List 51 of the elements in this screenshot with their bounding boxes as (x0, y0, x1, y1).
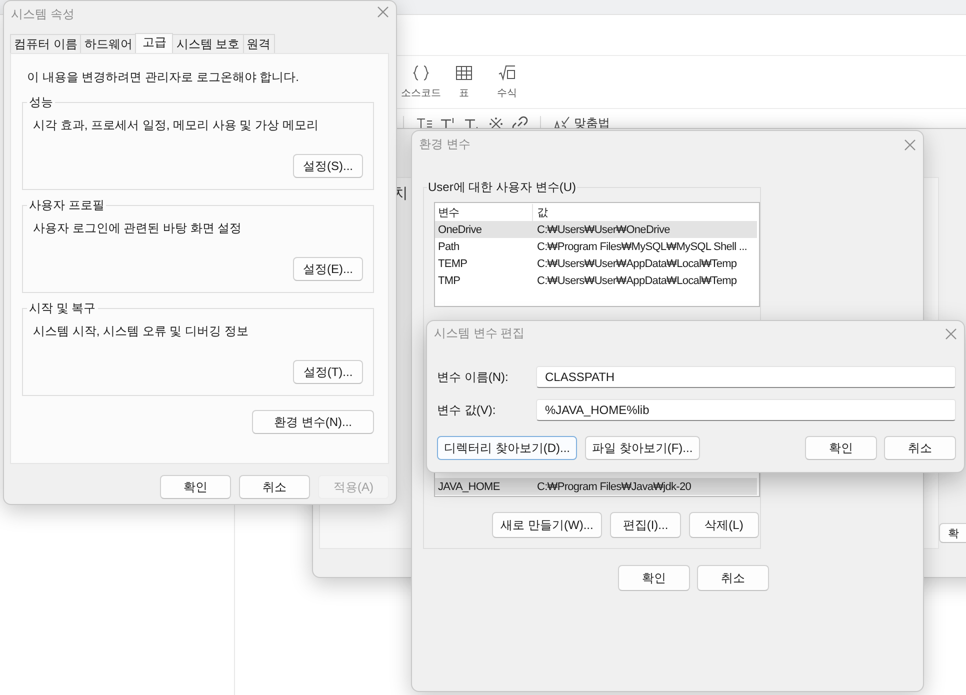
window-title: 시스템 변수 편집 (434, 325, 525, 342)
window-title: 시스템 속성 (11, 6, 74, 23)
close-icon[interactable] (377, 6, 389, 18)
group-description: 시각 효과, 프로세서 일정, 메모리 사용 및 가상 메모리 (33, 117, 320, 133)
close-icon[interactable] (904, 138, 916, 150)
list-row[interactable]: TEMP C:₩Users₩User₩AppData₩Local₩Temp (435, 255, 757, 272)
tab[interactable]: 시스템 보호 (172, 34, 244, 53)
list-action-button[interactable]: 새로 만들기(W)... (492, 512, 602, 538)
square-root-icon (498, 64, 516, 82)
dialog-button[interactable]: 취소 (697, 565, 769, 591)
input-field[interactable]: CLASSPATH (536, 366, 956, 388)
group-label: 성능 (27, 94, 55, 111)
tab[interactable]: 하드웨어 (80, 34, 136, 53)
group-description: 시스템 시작, 시스템 오류 및 디버깅 정보 (33, 323, 250, 339)
dialog-button[interactable]: 확인 (160, 475, 231, 499)
dialog-button[interactable]: 확인 (805, 436, 877, 460)
tab[interactable]: 컴퓨터 이름 (10, 34, 82, 53)
browse-button[interactable]: 디렉터리 찾아보기(D)... (437, 436, 577, 460)
toolbar-button[interactable]: 표 (444, 64, 484, 100)
column-header: 값 (536, 206, 548, 220)
window-title: 환경 변수 (419, 136, 470, 153)
group-description: 사용자 로그인에 관련된 바탕 화면 설정 (33, 220, 243, 236)
group-label: 사용자 프로필 (27, 197, 106, 214)
list-action-button[interactable]: 삭제(L) (689, 512, 759, 538)
settings-button[interactable]: 설정(T)... (293, 360, 363, 384)
table-icon (455, 64, 473, 82)
close-icon[interactable] (945, 328, 957, 340)
tab[interactable]: 고급 (135, 33, 174, 53)
list-row[interactable]: TMP C:₩Users₩User₩AppData₩Local₩Temp (435, 272, 757, 289)
list-row[interactable]: Path C:₩Program Files₩MySQL₩MySQL Shell ... (435, 238, 757, 255)
field-label: 변수 값(V): (437, 402, 497, 418)
list-action-button[interactable]: 편집(I)... (610, 512, 681, 538)
tab[interactable]: 원격 (242, 34, 275, 53)
dialog-button[interactable]: 취소 (239, 475, 310, 499)
toolbar-button[interactable]: 소스코드 (401, 64, 441, 100)
list-row[interactable]: OneDrive C:₩Users₩User₩OneDrive (435, 221, 757, 238)
ok-button[interactable]: 확 (939, 523, 966, 543)
dialog-button[interactable]: 확인 (618, 565, 690, 591)
group-label: 시작 및 복구 (27, 300, 98, 317)
settings-button[interactable]: 설정(S)... (293, 154, 363, 178)
list-row[interactable]: JAVA_HOME C:₩Program Files₩Java₩jdk-20 (435, 478, 757, 495)
field-label: 변수 이름(N): (437, 368, 510, 386)
notice-text: 이 내용을 변경하려면 관리자로 로그온해야 합니다. (27, 69, 300, 85)
input-field[interactable]: %JAVA_HOME%lib (536, 399, 956, 421)
browse-button[interactable]: 파일 찾아보기(F)... (585, 436, 700, 460)
environment-variables-button[interactable]: 환경 변수(N)... (252, 410, 374, 434)
group-label: User에 대한 사용자 변수(U) (427, 179, 577, 196)
braces-icon (412, 64, 430, 82)
dialog-button[interactable]: 취소 (884, 436, 956, 460)
settings-button[interactable]: 설정(E)... (293, 257, 363, 281)
toolbar-button[interactable]: 수식 (487, 64, 527, 100)
